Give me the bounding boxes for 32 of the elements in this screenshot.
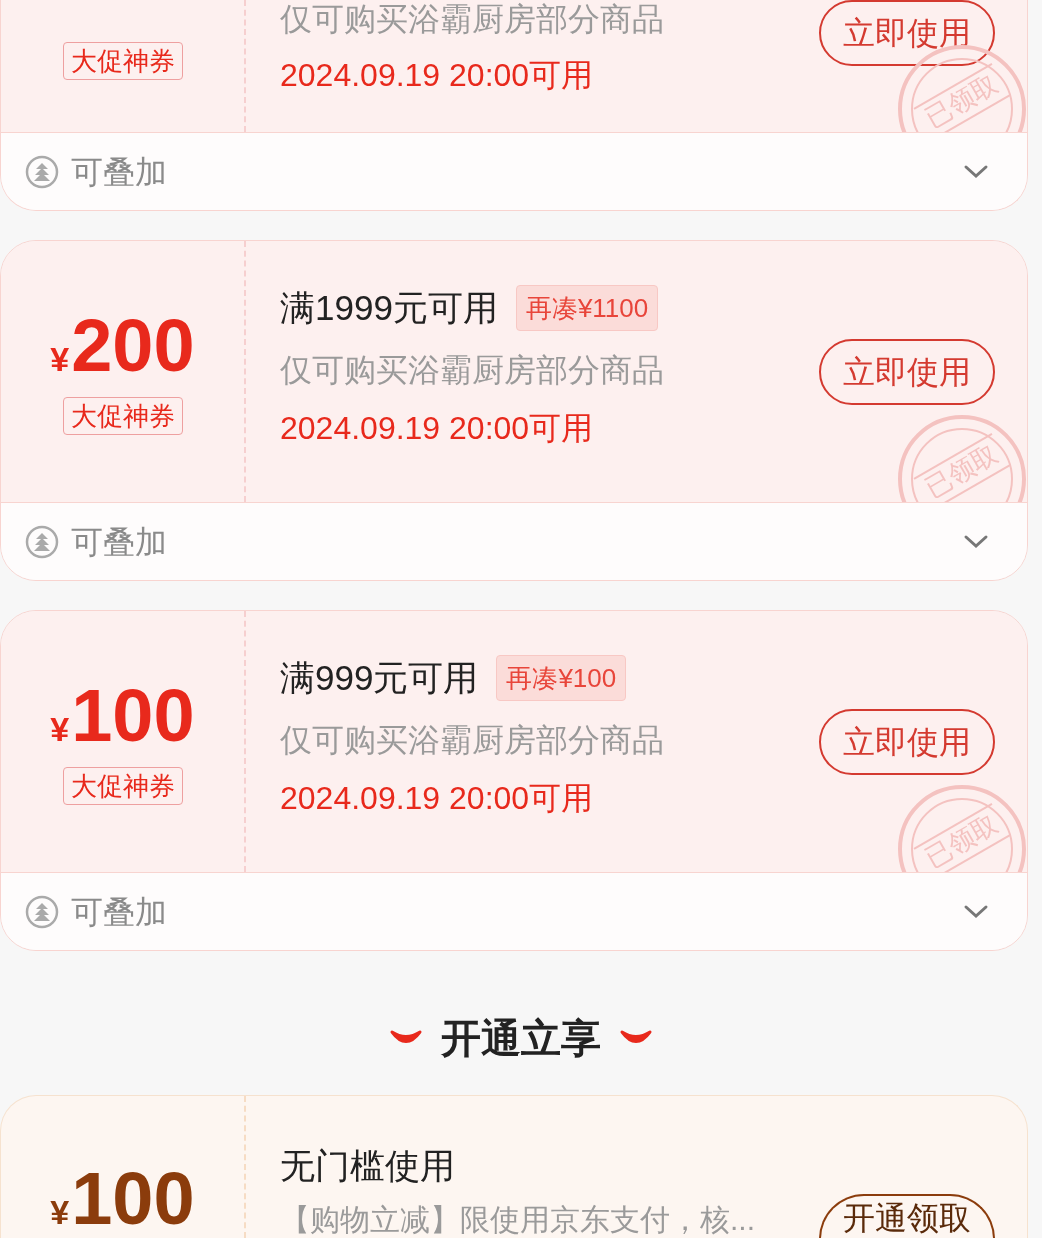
chevron-icon[interactable] — [963, 533, 989, 550]
stackable-label: 可叠加 — [71, 522, 167, 562]
stackable-label: 可叠加 — [71, 892, 167, 932]
coupon-condition: 无门槛使用 — [280, 1146, 455, 1186]
use-now-button[interactable]: 立即使用 — [819, 339, 995, 405]
coupon-condition: 满999元可用 — [280, 658, 479, 698]
coupon-tag: 大促神券 — [62, 42, 183, 80]
stack-icon — [25, 524, 59, 559]
coupon-condition: 满1999元可用 — [280, 288, 498, 328]
use-now-button[interactable]: 立即使用 — [819, 0, 995, 66]
coupon-scope: 仅可购买浴霸厨房部分商品 — [280, 0, 664, 38]
shortfall-tag: 再凑¥100 — [496, 655, 627, 701]
coupon-valid-date: 2024.09.19 20:00可用 — [280, 779, 594, 817]
chevron-icon[interactable] — [963, 903, 989, 920]
stackable-label: 可叠加 — [71, 152, 167, 192]
use-now-button[interactable]: 立即使用 — [819, 709, 995, 775]
chevron-icon[interactable] — [963, 163, 989, 180]
coupon-amount: ¥100 — [50, 678, 195, 753]
coupon-amount: ¥100 — [50, 1162, 195, 1236]
coupon-scope: 【购物立减】限使用京东支付，核... — [280, 1204, 755, 1236]
coupon-scope: 仅可购买浴霸厨房部分商品 — [280, 351, 664, 389]
coupon-valid-date: 2024.09.19 20:00可用 — [280, 409, 594, 447]
section-title: 开通立享 — [441, 1015, 601, 1062]
coupon-tag: 大促神券 — [62, 396, 183, 435]
coupon-tag: 大促神券 — [62, 766, 183, 805]
stack-icon — [25, 894, 59, 929]
coupon-scope: 仅可购买浴霸厨房部分商品 — [280, 721, 664, 759]
shortfall-tag: 再凑¥1100 — [515, 285, 659, 331]
coupon-amount: ¥200 — [50, 308, 195, 383]
stack-icon — [25, 154, 59, 189]
activate-claim-button[interactable]: 开通领取 — [819, 1194, 995, 1238]
coupon-valid-date: 2024.09.19 20:00可用 — [280, 56, 594, 94]
